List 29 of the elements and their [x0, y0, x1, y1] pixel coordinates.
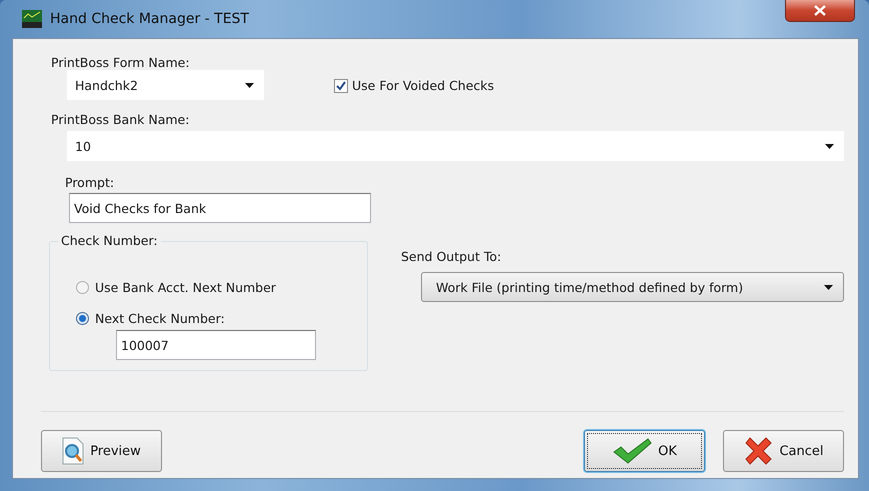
caret-icon — [825, 144, 834, 148]
field-label: Send Output To: — [401, 249, 502, 264]
field-label: PrintBoss Bank Name: — [51, 112, 190, 127]
ok-button[interactable]: OK — [584, 430, 705, 472]
checkmark-icon — [612, 438, 652, 464]
cancel-button[interactable]: Cancel — [723, 430, 844, 472]
check-number-input[interactable]: 100007 — [116, 330, 316, 360]
output-dropdown[interactable]: Work File (printing time/method defined by form) — [421, 272, 844, 302]
radio-button[interactable] — [76, 312, 89, 325]
caret-icon — [824, 284, 833, 290]
radio-button[interactable] — [76, 281, 89, 294]
app-icon — [22, 10, 42, 28]
form-name-dropdown[interactable]: Handchk2 — [67, 70, 264, 100]
cross-icon — [743, 436, 774, 466]
checkbox-label: Use For Voided Checks — [352, 78, 494, 93]
checkbox[interactable] — [334, 78, 348, 92]
group-title: Check Number: — [58, 233, 161, 248]
prompt-input[interactable]: Void Checks for Bank — [69, 193, 371, 223]
radio-label: Use Bank Acct. Next Number — [95, 280, 276, 295]
bank-name-dropdown[interactable]: 10 — [67, 131, 844, 161]
radio-label: Next Check Number: — [95, 311, 225, 326]
caret-icon — [245, 82, 254, 88]
close-button[interactable] — [785, 0, 855, 22]
magnifier-document-icon — [62, 437, 84, 465]
window-title: Hand Check Manager - TEST — [50, 11, 249, 27]
preview-button[interactable]: Preview — [41, 430, 162, 472]
field-label: Prompt: — [65, 175, 116, 190]
field-label: PrintBoss Form Name: — [51, 55, 191, 70]
close-icon — [814, 5, 826, 16]
